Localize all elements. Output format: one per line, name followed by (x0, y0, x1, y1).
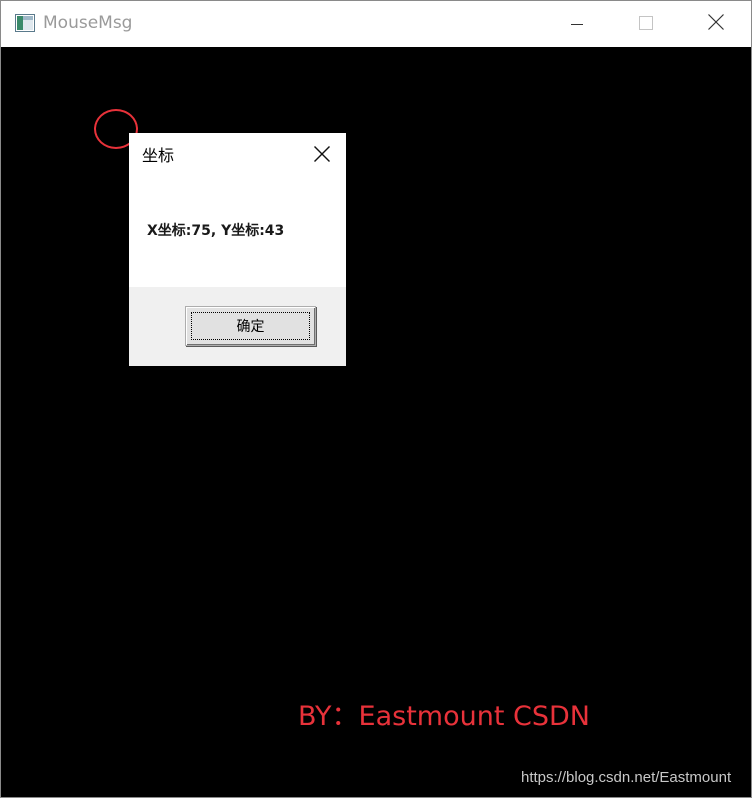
close-icon (708, 14, 724, 34)
maximize-button[interactable] (623, 1, 669, 47)
title-bar[interactable]: MouseMsg (1, 1, 751, 47)
ok-button-label: 确定 (236, 319, 265, 335)
minimize-icon (571, 15, 583, 34)
dialog-message: X坐标:75, Y坐标:43 (147, 223, 285, 239)
dialog-title: 坐标 (142, 146, 175, 165)
dialog-footer: 确定 (129, 287, 346, 366)
window-title: MouseMsg (43, 13, 133, 33)
close-icon (314, 146, 330, 166)
dialog-close-button[interactable] (307, 141, 337, 171)
minimize-button[interactable] (554, 1, 600, 47)
message-box: 坐标 X坐标:75, Y坐标:43 确定 (129, 133, 346, 366)
ok-button[interactable]: 确定 (185, 306, 316, 346)
maximize-icon (639, 15, 653, 34)
watermark: https://blog.csdn.net/Eastmount (521, 769, 732, 786)
app-window: MouseMsg 坐标 X坐标:75, Y坐标:43 确定 BY：Eastmou… (0, 0, 752, 798)
app-window-icon[interactable] (15, 14, 35, 32)
author-byline: BY：Eastmount CSDN (298, 701, 590, 732)
close-button[interactable] (693, 1, 739, 47)
drawing-canvas[interactable]: 坐标 X坐标:75, Y坐标:43 确定 BY：Eastmount CSDN h… (1, 47, 751, 797)
